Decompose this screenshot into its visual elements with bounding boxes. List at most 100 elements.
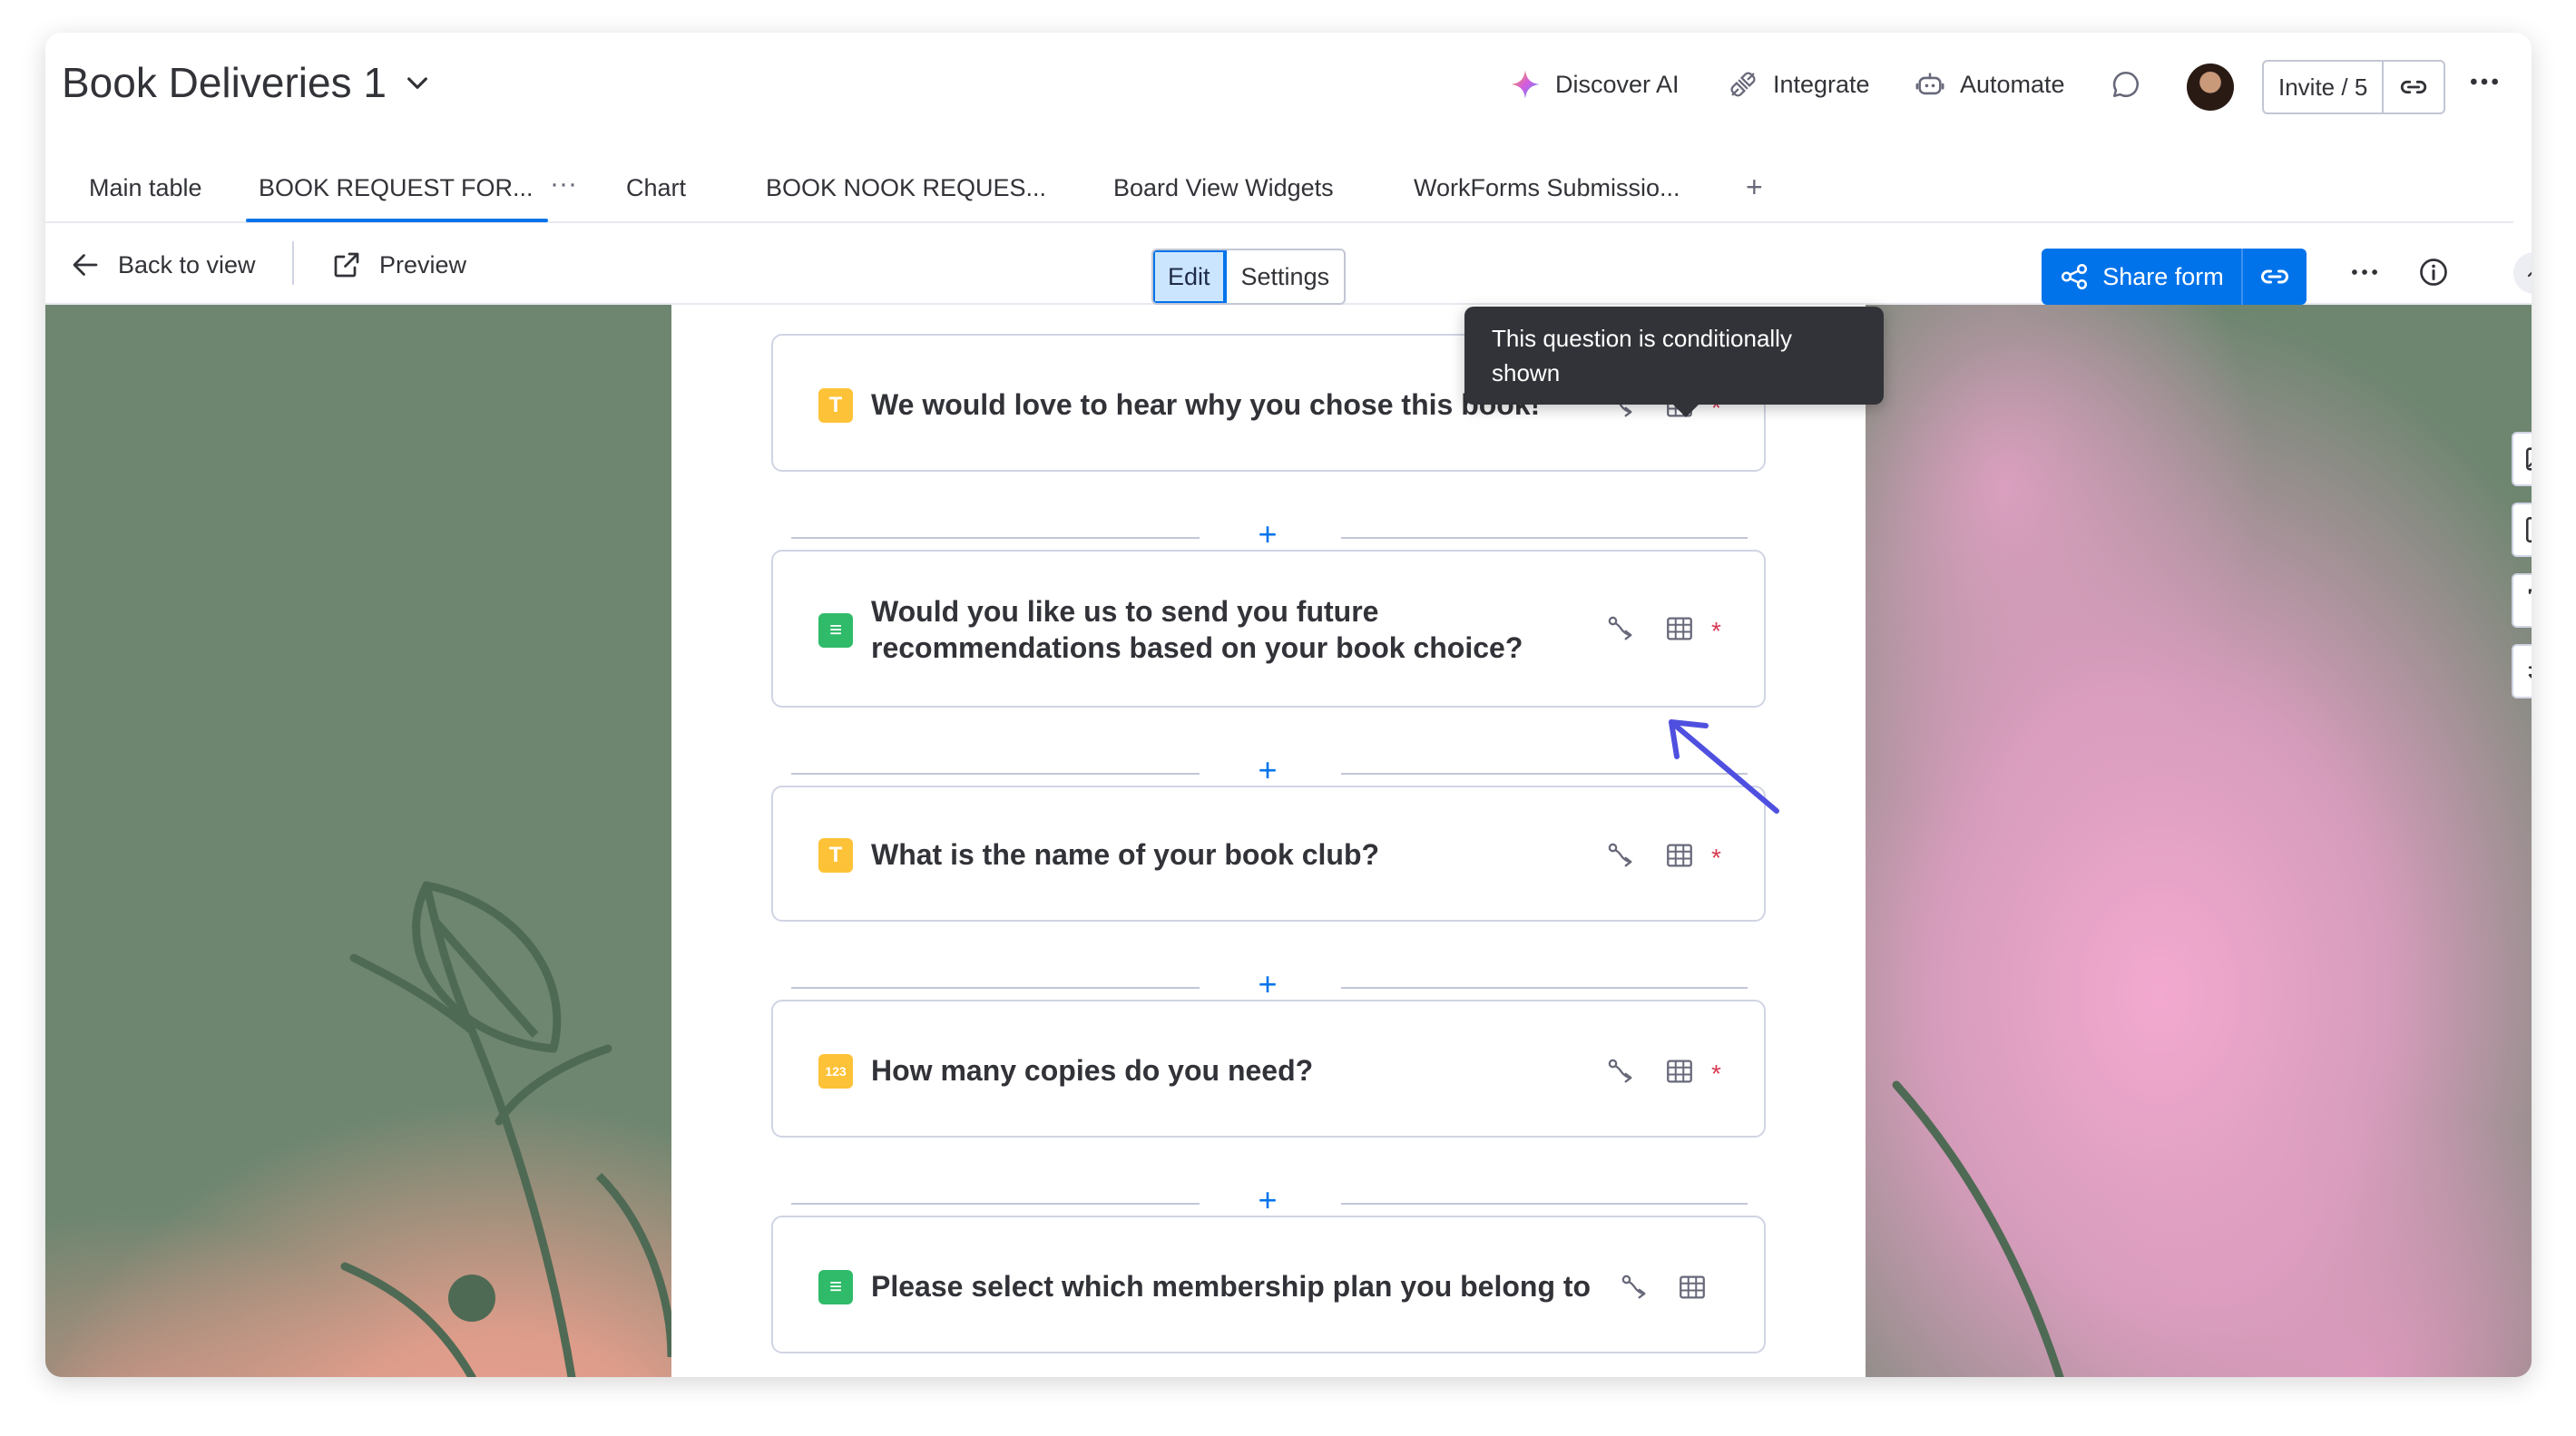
arrow-left-icon [73, 254, 98, 276]
question-title[interactable]: We would love to hear why you chose this… [871, 386, 1540, 423]
form-canvas: T We would love to hear why you chose th… [45, 305, 2532, 1377]
updates-button[interactable] [2111, 69, 2141, 100]
table-column-icon[interactable] [1664, 840, 1695, 871]
required-indicator: * [1711, 617, 1721, 645]
link-icon [2401, 80, 2427, 94]
add-question-row: + [791, 968, 1748, 1001]
text-type-icon: T [818, 838, 853, 873]
add-question-button[interactable]: + [1252, 518, 1283, 551]
table-column-icon[interactable] [1664, 613, 1695, 644]
add-view-button[interactable]: + [1746, 171, 1763, 204]
tab-options-button[interactable]: ··· [550, 169, 577, 200]
plug-icon [1730, 72, 1756, 97]
view-tabs: Main table BOOK REQUEST FOR... ··· Chart… [45, 160, 2513, 223]
discover-ai-label: Discover AI [1555, 70, 1680, 98]
tab-chart[interactable]: Chart [626, 174, 686, 202]
board-header: Book Deliveries 1 Discover AI Integrate … [45, 33, 2532, 305]
form-toolbar: Back to view Preview Edit Settings Share… [45, 225, 2532, 305]
add-question-row: + [791, 1184, 1748, 1217]
form-more-button[interactable] [2346, 254, 2383, 290]
robot-icon [1915, 73, 1944, 95]
discover-ai-button[interactable]: Discover AI [1510, 69, 1680, 100]
form-column: T We would love to hear why you chose th… [671, 305, 1866, 1377]
conditional-logic-icon[interactable] [1605, 840, 1636, 871]
chat-bubble-icon [2112, 71, 2139, 98]
tab-workforms-submissions[interactable]: WorkForms Submissio... [1414, 174, 1680, 202]
swap-arrows-icon [2528, 666, 2532, 679]
tab-book-nook-request[interactable]: BOOK NOOK REQUES... [766, 174, 1046, 202]
app-window: Book Deliveries 1 Discover AI Integrate … [45, 33, 2532, 1377]
question-title[interactable]: How many copies do you need? [871, 1052, 1313, 1089]
toolbar-divider [292, 241, 294, 285]
more-horizontal-icon [2471, 78, 2498, 85]
integrate-label: Integrate [1773, 70, 1870, 98]
question-card[interactable]: ≡ Would you like us to send you future r… [771, 550, 1766, 708]
avatar[interactable] [2187, 63, 2234, 111]
question-title[interactable]: What is the name of your book club? [871, 836, 1379, 873]
add-question-row: + [791, 754, 1748, 787]
table-column-icon[interactable] [1677, 1272, 1708, 1303]
back-to-view-button[interactable]: Back to view [69, 249, 256, 281]
invite-group: Invite / 5 [2262, 60, 2445, 114]
collapse-header-button[interactable] [2513, 252, 2532, 294]
conditional-logic-icon[interactable] [1605, 1056, 1636, 1087]
required-indicator: * [1711, 1060, 1721, 1088]
text-type-icon: T [818, 388, 853, 423]
more-horizontal-icon [2352, 269, 2377, 275]
question-card[interactable]: ≡ Please select which membership plan yo… [771, 1216, 1766, 1353]
automate-button[interactable]: Automate [1915, 69, 2065, 100]
question-title[interactable]: Would you like us to send you future rec… [871, 593, 1579, 666]
copy-form-link-button[interactable] [2243, 249, 2307, 305]
conditional-tooltip: This question is conditionally shown [1464, 307, 1884, 417]
preview-label: Preview [379, 250, 467, 278]
add-image-button[interactable] [2512, 432, 2532, 486]
table-column-icon[interactable] [1664, 1056, 1695, 1087]
link-icon [2261, 269, 2288, 284]
back-to-view-label: Back to view [118, 250, 256, 278]
add-question-button[interactable]: + [1252, 754, 1283, 786]
tab-book-request-form[interactable]: BOOK REQUEST FOR... [246, 174, 548, 222]
sparkle-icon [1511, 70, 1540, 99]
share-form-label: Share form [2102, 262, 2224, 290]
invite-button[interactable]: Invite / 5 [2264, 62, 2385, 112]
chevron-down-icon [407, 77, 427, 89]
info-icon [2420, 259, 2447, 286]
integrate-button[interactable]: Integrate [1728, 69, 1870, 100]
automate-label: Automate [1960, 70, 2065, 98]
board-title-text: Book Deliveries 1 [62, 59, 387, 106]
required-indicator: * [1711, 844, 1721, 872]
layout-button[interactable] [2512, 503, 2532, 557]
copy-link-button[interactable] [2384, 72, 2444, 103]
add-question-row: + [791, 518, 1748, 552]
board-menu-button[interactable] [2466, 63, 2503, 100]
tab-main-table[interactable]: Main table [89, 174, 202, 202]
edit-settings-toggle: Edit Settings [1151, 249, 1347, 305]
preview-button[interactable]: Preview [330, 249, 466, 281]
dropdown-type-icon: ≡ [818, 1270, 853, 1304]
reorder-button[interactable] [2512, 644, 2532, 698]
conditional-logic-icon[interactable] [1619, 1272, 1650, 1303]
share-form-button[interactable]: Share form [2042, 249, 2307, 305]
edit-tab[interactable]: Edit [1153, 250, 1227, 303]
layout-icon [2525, 516, 2532, 543]
external-link-icon [334, 252, 359, 278]
info-button[interactable] [2415, 254, 2452, 290]
question-card[interactable]: 123 How many copies do you need? * [771, 1000, 1766, 1138]
question-title[interactable]: Please select which membership plan you … [871, 1268, 1591, 1304]
tab-board-view-widgets[interactable]: Board View Widgets [1113, 174, 1334, 202]
image-icon [2525, 447, 2532, 471]
numbers-type-icon: 123 [818, 1054, 853, 1089]
question-card[interactable]: T What is the name of your book club? * [771, 786, 1766, 922]
dropdown-type-icon: ≡ [818, 613, 853, 648]
share-form-main[interactable]: Share form [2042, 249, 2243, 305]
settings-tab[interactable]: Settings [1227, 250, 1345, 303]
add-question-button[interactable]: + [1252, 1184, 1283, 1216]
chevron-up-icon [2527, 271, 2532, 278]
text-icon [2528, 589, 2532, 594]
text-style-button[interactable] [2512, 573, 2532, 628]
add-question-button[interactable]: + [1252, 968, 1283, 1001]
conditional-logic-icon[interactable] [1605, 613, 1636, 644]
annotation-arrow [1669, 719, 1779, 814]
board-title[interactable]: Book Deliveries 1 [62, 58, 432, 107]
share-icon [2062, 263, 2088, 290]
